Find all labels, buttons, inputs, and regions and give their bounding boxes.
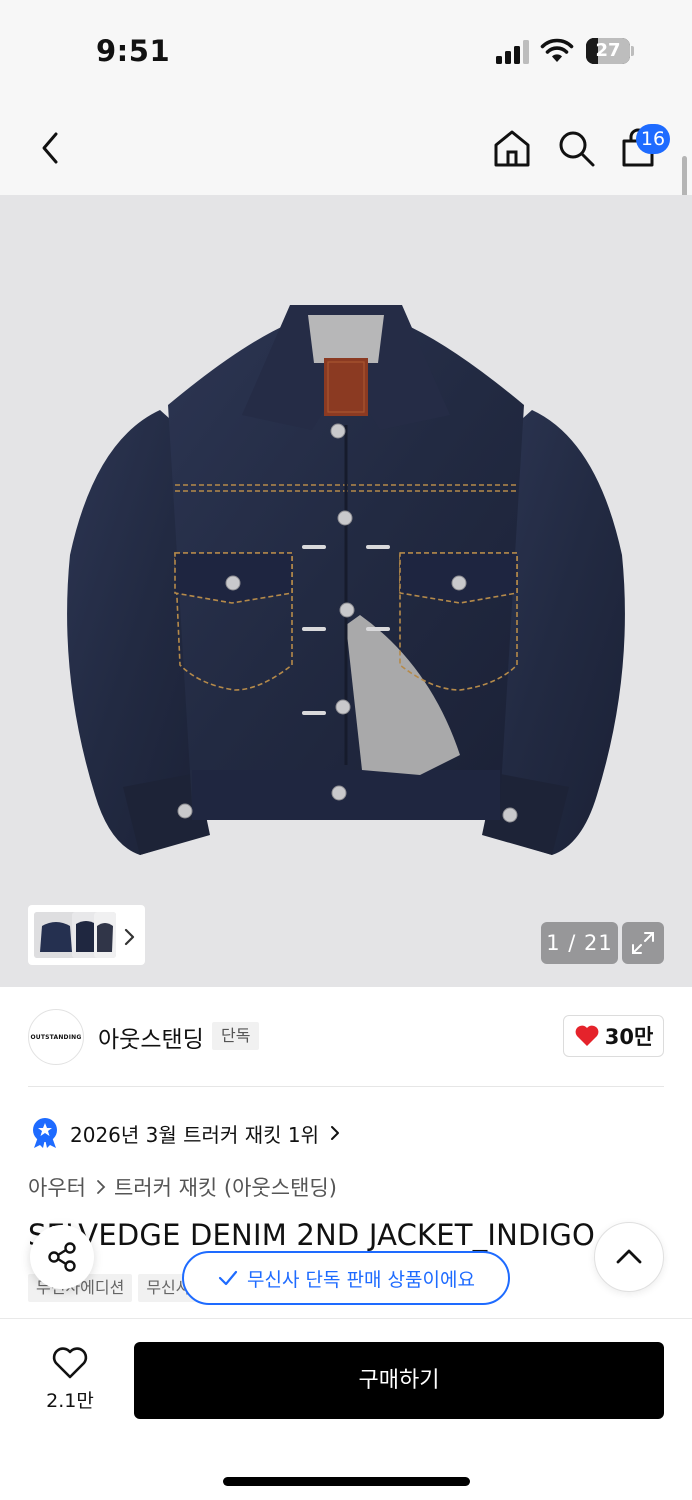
chevron-up-icon [616,1249,642,1264]
home-icon [494,130,530,167]
ranking-text: 2026년 3월 트러커 재킷 1위 [70,1122,319,1147]
expand-icon [632,932,654,954]
product-title: SELVEDGE DENIM 2ND JACKET_INDIGO [28,1218,596,1252]
status-time: 9:51 [96,34,171,68]
back-arrow-icon [42,132,58,164]
wishlist-button[interactable]: 2.1만 [40,1346,100,1416]
status-bar: 9:51 27 [0,0,692,100]
brand-like-count: 30만 [604,1025,654,1049]
scroll-to-top-button[interactable] [594,1222,664,1292]
heart-outline-icon [52,1347,88,1379]
exclusive-tag: 단독 [212,1022,260,1050]
search-icon [559,131,595,167]
wishlist-count: 2.1만 [46,1390,94,1412]
expand-image-button[interactable] [622,922,664,964]
wifi-icon [540,38,574,62]
battery-percent: 27 [595,40,621,61]
breadcrumb-item-trucker[interactable]: 트러커 재킷 (아웃스탠딩) [114,1172,337,1202]
battery-icon: 27 [586,38,634,64]
thumbnail-image[interactable] [94,912,116,958]
ranking-medal-icon [33,1118,57,1148]
share-button[interactable] [30,1225,94,1289]
product-image[interactable] [0,195,692,987]
exclusive-toast-text: 무신사 단독 판매 상품이에요 [247,1268,475,1291]
heart-filled-icon [575,1025,599,1046]
home-indicator[interactable] [223,1477,470,1486]
brand-logo[interactable]: OUTSTANDING [28,1009,84,1065]
breadcrumb: 아우터 트러커 재킷 (아웃스탠딩) [28,1172,337,1202]
cellular-signal-icon [496,40,529,64]
exclusive-toast: 무신사 단독 판매 상품이에요 [182,1251,510,1305]
divider [28,1086,664,1087]
back-button[interactable] [26,124,74,172]
buy-button[interactable]: 구매하기 [134,1342,664,1419]
top-navigation [0,100,692,195]
image-counter: 1 / 21 [541,922,618,964]
chevron-right-icon[interactable] [120,925,140,949]
home-button[interactable] [488,124,536,172]
denim-jacket-illustration [0,195,692,987]
chevron-right-icon [97,1180,106,1194]
search-button[interactable] [552,124,600,172]
brand-name[interactable]: 아웃스탠딩 [98,1020,204,1054]
chevron-right-icon [330,1126,339,1140]
brand-like-button[interactable]: 30만 [563,1015,664,1057]
check-icon [218,1270,238,1286]
share-icon [48,1242,76,1272]
ranking-link[interactable]: 2026년 3월 트러커 재킷 1위 [30,1116,341,1150]
cart-count-badge: 16 [636,124,670,154]
breadcrumb-item-outer[interactable]: 아우터 [28,1172,86,1202]
